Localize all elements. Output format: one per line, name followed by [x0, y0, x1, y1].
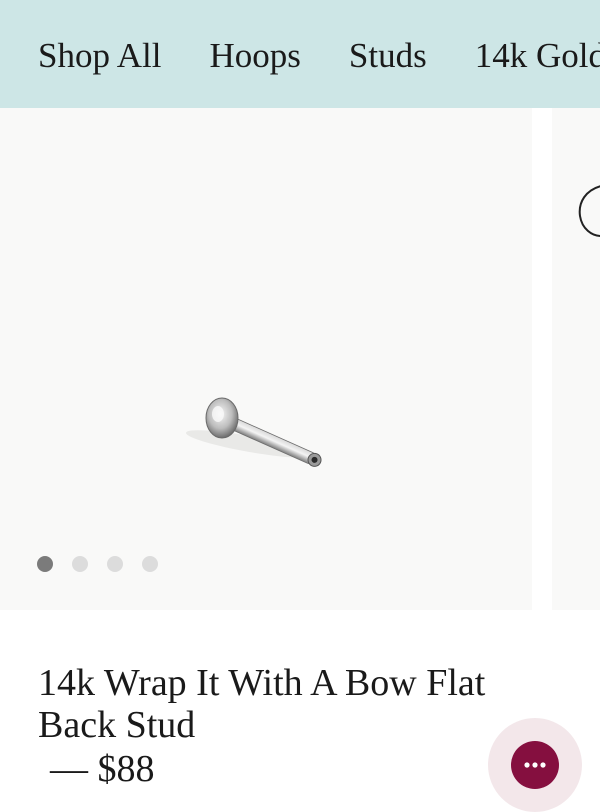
next-slide-outline: [578, 185, 600, 237]
carousel-dot-2[interactable]: [72, 556, 88, 572]
nav-item-14k-gold[interactable]: 14k Gold: [475, 36, 600, 76]
category-nav-list: Shop All Hoops Studs 14k Gold: [38, 36, 600, 76]
nav-item-studs[interactable]: Studs: [349, 36, 427, 76]
chat-bubble-icon: [524, 762, 546, 768]
chat-launcher[interactable]: [488, 718, 582, 812]
nav-item-shop-all[interactable]: Shop All: [38, 36, 162, 76]
carousel-dot-1[interactable]: [37, 556, 53, 572]
carousel-dot-4[interactable]: [142, 556, 158, 572]
carousel-dots: [37, 556, 177, 572]
product-title: 14k Wrap It With A Bow Flat Back Stud: [38, 662, 486, 746]
nav-item-hoops[interactable]: Hoops: [210, 36, 301, 76]
category-nav: Shop All Hoops Studs 14k Gold: [0, 0, 600, 108]
chat-button[interactable]: [511, 741, 559, 789]
carousel-dot-3[interactable]: [107, 556, 123, 572]
product-info: 14k Wrap It With A Bow Flat Back Stud — …: [38, 662, 498, 790]
product-image-carousel[interactable]: [0, 108, 600, 610]
product-price: — $88: [50, 748, 155, 790]
